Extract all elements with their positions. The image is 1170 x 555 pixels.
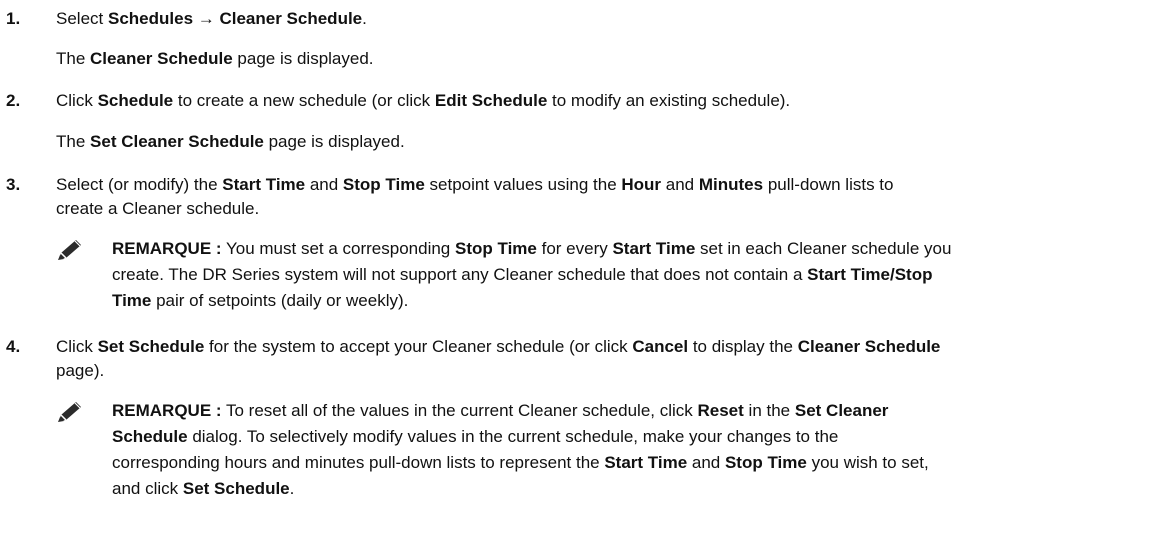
step-number: 3.	[6, 175, 21, 194]
pencil-note-icon	[58, 240, 81, 260]
step-4-continuation: page).	[56, 361, 105, 380]
note-text: REMARQUE : You must set a corresponding …	[112, 239, 952, 310]
step-number: 2.	[6, 91, 21, 110]
step-3-continuation: create a Cleaner schedule.	[56, 199, 260, 218]
step-2-result: The Set Cleaner Schedule page is display…	[56, 132, 405, 151]
step-number: 1.	[6, 9, 21, 28]
step-instruction: Select (or modify) the Start Time and St…	[56, 175, 894, 194]
document-page: 1. Select Schedules → Cleaner Schedule. …	[0, 0, 1170, 555]
step-instruction: Click Set Schedule for the system to acc…	[56, 337, 941, 356]
pencil-note-icon	[58, 402, 81, 422]
step-instruction: Click Schedule to create a new schedule …	[56, 91, 791, 110]
step-instruction: Select Schedules → Cleaner Schedule.	[56, 9, 367, 28]
step-number: 4.	[6, 337, 21, 356]
note-text: REMARQUE : To reset all of the values in…	[112, 401, 929, 498]
step-1-result: The Cleaner Schedule page is displayed.	[56, 49, 374, 68]
